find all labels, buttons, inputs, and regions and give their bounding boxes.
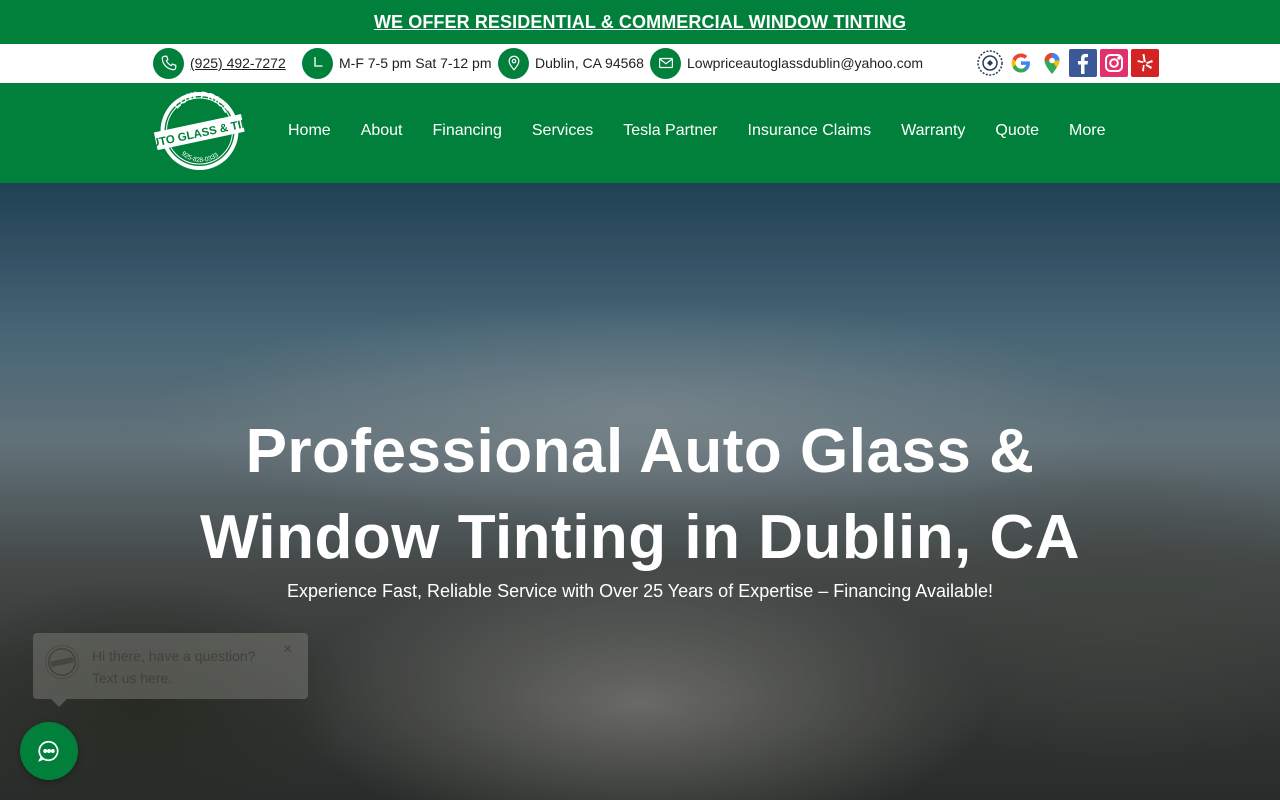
instagram-icon[interactable] xyxy=(1100,49,1128,77)
contact-phone[interactable]: (925) 492-7272 xyxy=(153,47,286,79)
close-icon[interactable]: × xyxy=(283,641,292,659)
nav-item-tesla-partner[interactable]: Tesla Partner xyxy=(608,122,732,140)
social-links xyxy=(976,49,1159,77)
mail-icon xyxy=(650,47,681,79)
main-nav: LOW PRICE AUTO GLASS & TINT 925-828-0333… xyxy=(0,83,1280,183)
nav-item-about[interactable]: About xyxy=(346,122,418,140)
nav-item-financing[interactable]: Financing xyxy=(418,122,517,140)
chat-line2: Text us here. xyxy=(92,670,173,686)
hero-section: Professional Auto Glass & Window Tinting… xyxy=(0,183,1280,800)
chat-popup[interactable]: Hi there, have a question? Text us here.… xyxy=(33,633,308,707)
chat-line1: Hi there, have a question? xyxy=(92,648,256,664)
hours-text: M-F 7-5 pm Sat 7-12 pm xyxy=(339,55,492,71)
top-banner: WE OFFER RESIDENTIAL & COMMERCIAL WINDOW… xyxy=(0,0,1280,44)
nav-item-insurance-claims[interactable]: Insurance Claims xyxy=(733,122,887,140)
yelp-icon[interactable] xyxy=(1131,49,1159,77)
chat-message: Hi there, have a question? Text us here. xyxy=(92,645,255,689)
chat-icon xyxy=(38,740,59,762)
google-icon[interactable] xyxy=(1007,49,1035,77)
contact-location: Dublin, CA 94568 xyxy=(498,47,644,79)
clock-icon xyxy=(302,47,333,79)
contact-email[interactable]: Lowpriceautoglassdublin@yahoo.com xyxy=(650,47,923,79)
chat-avatar xyxy=(45,645,79,679)
nav-item-home[interactable]: Home xyxy=(273,122,346,140)
banner-link[interactable]: WE OFFER RESIDENTIAL & COMMERCIAL WINDOW… xyxy=(374,12,906,33)
site-logo[interactable]: LOW PRICE AUTO GLASS & TINT 925-828-0333 xyxy=(142,90,257,172)
hero-title-line1: Professional Auto Glass & xyxy=(245,417,1035,486)
nav-item-quote[interactable]: Quote xyxy=(980,122,1054,140)
email-text[interactable]: Lowpriceautoglassdublin@yahoo.com xyxy=(687,55,923,71)
location-text: Dublin, CA 94568 xyxy=(535,55,644,71)
badge-icon[interactable] xyxy=(976,49,1004,77)
phone-link[interactable]: (925) 492-7272 xyxy=(190,55,286,71)
contact-hours: M-F 7-5 pm Sat 7-12 pm xyxy=(302,47,492,79)
nav-item-warranty[interactable]: Warranty xyxy=(886,122,980,140)
nav-menu: Home About Financing Services Tesla Part… xyxy=(273,83,1120,178)
nav-item-more[interactable]: More xyxy=(1054,122,1120,140)
hero-title-line2: Window Tinting in Dublin, CA xyxy=(199,503,1081,572)
hero-title: Professional Auto Glass & Window Tinting… xyxy=(0,409,1280,581)
hero-subtitle: Experience Fast, Reliable Service with O… xyxy=(286,581,994,601)
google-maps-icon[interactable] xyxy=(1038,49,1066,77)
contact-bar: (925) 492-7272 M-F 7-5 pm Sat 7-12 pm Du… xyxy=(0,44,1280,83)
chat-open-button[interactable] xyxy=(20,722,78,780)
phone-icon xyxy=(153,47,184,79)
nav-item-services[interactable]: Services xyxy=(517,122,608,140)
map-pin-icon xyxy=(498,47,529,79)
facebook-icon[interactable] xyxy=(1069,49,1097,77)
